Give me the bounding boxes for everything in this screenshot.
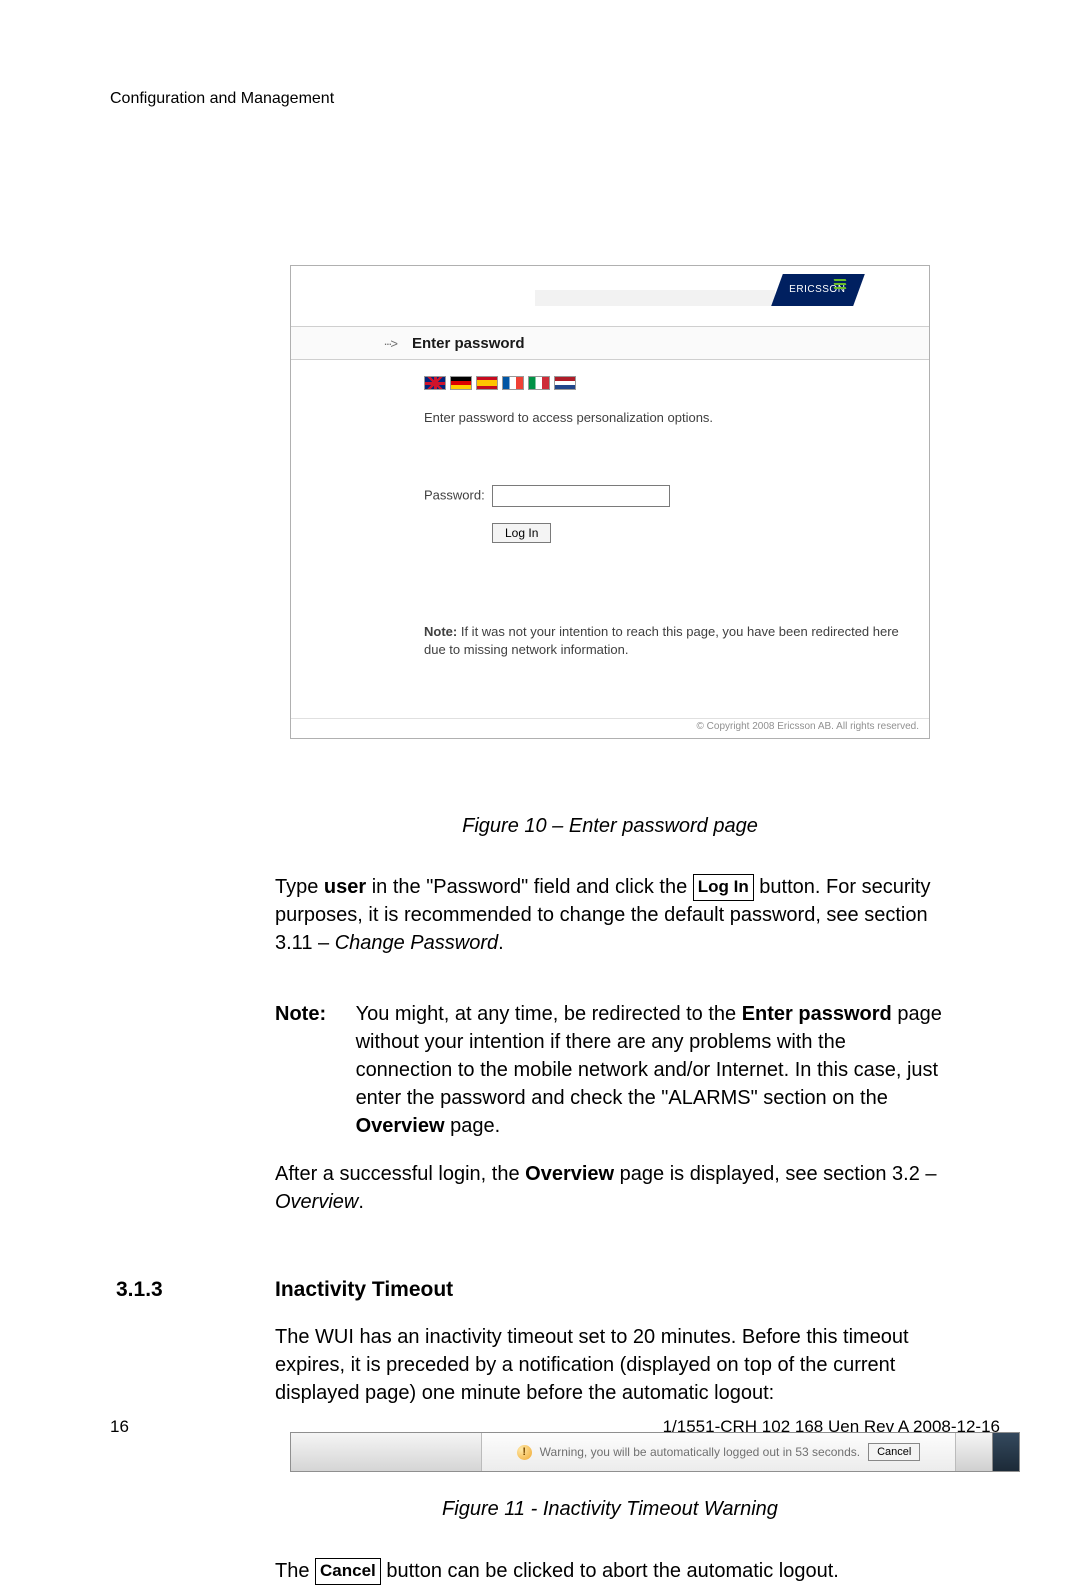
ericsson-stripes-icon [834, 279, 846, 289]
text: . [498, 932, 504, 954]
bold-user: user [324, 876, 366, 898]
warning-bar-left [291, 1433, 482, 1471]
warning-icon: ! [517, 1445, 532, 1460]
page-number: 16 [110, 1417, 129, 1437]
paragraph-inactivity: The WUI has an inactivity timeout set to… [275, 1323, 955, 1407]
screenshot-body: Enter password to access personalization… [291, 360, 929, 718]
note-text: If it was not your intention to reach th… [424, 624, 899, 657]
paragraph-after-login: After a successful login, the Overview p… [275, 1160, 955, 1216]
text: You might, at any time, be redirected to… [356, 1003, 742, 1025]
panel-title: Enter password [412, 335, 525, 352]
inline-login-label: Log In [698, 877, 749, 896]
flag-de-icon[interactable] [450, 376, 472, 390]
figure-11-screenshot: ! Warning, you will be automatically log… [290, 1432, 1020, 1472]
warning-cancel-button[interactable]: Cancel [868, 1443, 920, 1461]
flag-nl-icon[interactable] [554, 376, 576, 390]
text: Type [275, 876, 324, 898]
flag-it-icon[interactable] [528, 376, 550, 390]
xref-change-password: Change Password [335, 932, 498, 954]
document-id: 1/1551-CRH 102 168 Uen Rev A 2008-12-16 [663, 1417, 1000, 1437]
bold-enter-password: Enter password [742, 1003, 892, 1025]
figure-10-caption: Figure 10 – Enter password page [290, 815, 930, 838]
warning-text: Warning, you will be automatically logge… [540, 1445, 860, 1459]
figure-11-caption: Figure 11 - Inactivity Timeout Warning [290, 1498, 930, 1521]
xref-overview: Overview [275, 1191, 358, 1213]
text: page. [445, 1115, 501, 1137]
text: button can be clicked to abort the autom… [381, 1560, 839, 1582]
bold-overview: Overview [525, 1163, 614, 1185]
topbar-spacer [535, 290, 775, 306]
password-input[interactable] [492, 485, 670, 507]
note-label: Note: [275, 1000, 350, 1028]
text: The [275, 1560, 315, 1582]
inline-login-button: Log In [693, 874, 754, 901]
running-header: Configuration and Management [110, 90, 334, 108]
section-title: Inactivity Timeout [275, 1278, 453, 1302]
text: . [358, 1191, 364, 1213]
language-flags [424, 376, 909, 390]
note-body: You might, at any time, be redirected to… [356, 1000, 946, 1140]
screenshot-topbar: ERICSSON [291, 266, 929, 327]
flag-fr-icon[interactable] [502, 376, 524, 390]
figure-10-screenshot: ERICSSON ···> Enter password Enter passw… [290, 265, 930, 739]
note-bold-label: Note: [424, 624, 457, 639]
paragraph-login-instructions: Type user in the "Password" field and cl… [275, 873, 945, 957]
password-label: Password: [424, 487, 485, 502]
screenshot-copyright: © Copyright 2008 Ericsson AB. All rights… [291, 718, 929, 738]
inline-cancel-label: Cancel [320, 1561, 376, 1580]
text: page is displayed, see section 3.2 – [614, 1163, 936, 1185]
note-block: Note: You might, at any time, be redirec… [275, 1000, 950, 1140]
warning-bar-center: ! Warning, you will be automatically log… [482, 1433, 955, 1471]
screenshot-titlebar: ···> Enter password [291, 327, 929, 360]
breadcrumb-arrow-icon: ···> [291, 336, 412, 351]
flag-uk-icon[interactable] [424, 376, 446, 390]
login-button[interactable]: Log In [492, 523, 551, 543]
text: After a successful login, the [275, 1163, 525, 1185]
screenshot-note: Note: If it was not your intention to re… [424, 623, 909, 658]
inline-cancel-button: Cancel [315, 1558, 381, 1585]
text: in the "Password" field and click the [366, 876, 693, 898]
section-number: 3.1.3 [116, 1278, 163, 1302]
edge-dark [992, 1433, 1019, 1471]
warning-bar-right [955, 1433, 1019, 1471]
paragraph-cancel: The Cancel button can be clicked to abor… [275, 1557, 955, 1585]
password-row: Password: [424, 485, 909, 507]
ericsson-logo: ERICSSON [771, 274, 865, 306]
bold-overview: Overview [356, 1115, 445, 1137]
edge-shade [955, 1433, 992, 1471]
flag-es-icon[interactable] [476, 376, 498, 390]
instruction-text: Enter password to access personalization… [424, 410, 909, 425]
page: Configuration and Management ERICSSON ··… [0, 0, 1080, 1527]
